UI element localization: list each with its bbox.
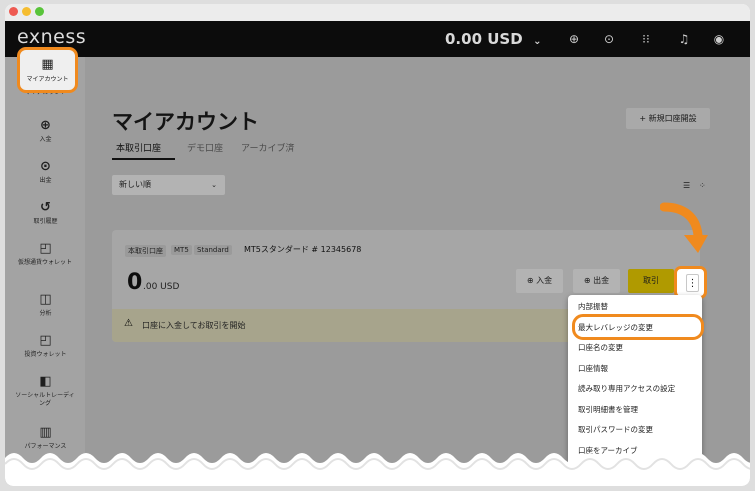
balance-currency: .00 USD — [143, 282, 180, 292]
menu-item-statements[interactable]: 取引明細書を管理 — [578, 403, 698, 417]
withdraw-icon: ⊙ — [40, 159, 51, 174]
sort-value: 新しい順 — [119, 180, 151, 189]
sidebar-active-highlight: ▦ マイアカウント — [17, 47, 78, 93]
sidebar-item-invest-wallet[interactable]: ◰ 投資ウォレット — [7, 333, 84, 359]
sidebar-item-label: ソーシャルトレーディング — [15, 392, 75, 407]
tab-demo-accounts[interactable]: デモ口座 — [187, 141, 223, 154]
wallet-icon: ◰ — [39, 241, 52, 256]
minimize-window-icon[interactable] — [22, 7, 31, 16]
balance-display[interactable]: 0.00 USD ⌄ — [445, 30, 542, 48]
globe-icon[interactable]: ⊕ — [566, 31, 582, 47]
account-type-tag: 本取引口座 — [125, 245, 166, 257]
sidebar-item-withdraw[interactable]: ⊙ 出金 — [7, 159, 84, 185]
sidebar-item-history[interactable]: ↺ 取引履歴 — [7, 200, 84, 226]
performance-icon: ▥ — [39, 425, 52, 440]
help-icon[interactable]: ⊙ — [601, 31, 617, 47]
menu-item-rename[interactable]: 口座名の変更 — [578, 341, 698, 355]
sidebar-item-label: 分析 — [39, 310, 52, 317]
app: exness 0.00 USD ⌄ ⊕ ⊙ ⁝⁝ ♫ ◉ ▦ マイアカウント ⊕… — [5, 21, 750, 486]
sidebar-item-label: 出金 — [39, 177, 52, 184]
sort-dropdown[interactable]: 新しい順 ⌄ — [112, 175, 225, 195]
menu-item-read-only-access[interactable]: 読み取り専用アクセスの設定 — [578, 382, 698, 396]
page-title: マイアカウント — [112, 110, 259, 134]
sidebar-active-label: マイアカウント — [26, 76, 69, 83]
plan-tag: Standard — [194, 245, 232, 255]
exness-logo[interactable]: exness — [17, 26, 86, 48]
menu-item-change-password[interactable]: 取引パスワードの変更 — [578, 423, 698, 437]
chevron-down-icon: ⌄ — [211, 181, 217, 189]
banner-text: 口座に入金してお取引を開始 — [142, 321, 246, 330]
pointer-arrow-icon — [660, 202, 708, 253]
trade-button[interactable]: 取引 — [628, 269, 674, 293]
sidebar-item-label: 取引履歴 — [33, 218, 58, 225]
dashboard-active-icon: ▦ — [41, 57, 54, 72]
sidebar-item-deposit[interactable]: ⊕ 入金 — [7, 118, 84, 144]
balance-integer: 0 — [127, 270, 143, 295]
window-titlebar — [5, 4, 750, 21]
sidebar-item-label: 入金 — [39, 136, 52, 143]
menu-item-internal-transfer[interactable]: 内部振替 — [578, 300, 698, 314]
sidebar-item-label: 仮想通貨ウォレット — [17, 259, 72, 266]
tab-archived[interactable]: アーカイブ済 — [241, 141, 294, 154]
bell-icon[interactable]: ♫ — [676, 31, 692, 47]
new-account-button[interactable]: + 新規口座開設 — [626, 108, 710, 129]
sidebar: ▦ マイアカウント ⊕ 入金 ⊙ 出金 ↺ 取引履歴 ◰ 仮想通貨ウォレット ◫… — [5, 57, 85, 486]
top-bar: exness 0.00 USD ⌄ ⊕ ⊙ ⁝⁝ ♫ ◉ — [5, 21, 750, 57]
sidebar-item-label: 投資ウォレット — [24, 351, 67, 358]
maximize-window-icon[interactable] — [35, 7, 44, 16]
platform-tag: MT5 — [171, 245, 192, 255]
list-view-icon[interactable]: ☰ — [683, 181, 690, 190]
deposit-button[interactable]: ⊕ 入金 — [516, 269, 563, 293]
warning-icon: ⚠ — [124, 318, 133, 329]
tab-real-accounts[interactable]: 本取引口座 — [116, 141, 161, 154]
grid-view-icon[interactable]: ⁘ — [699, 181, 706, 190]
close-window-icon[interactable] — [9, 7, 18, 16]
user-icon[interactable]: ◉ — [711, 31, 727, 47]
more-options-button[interactable]: ⋮ — [686, 274, 699, 292]
history-icon: ↺ — [40, 200, 51, 215]
menu-item-account-info[interactable]: 口座情報 — [578, 362, 698, 376]
analytics-icon: ◫ — [39, 292, 52, 307]
apps-grid-icon[interactable]: ⁝⁝ — [638, 31, 654, 47]
sidebar-item-crypto-wallet[interactable]: ◰ 仮想通貨ウォレット — [7, 241, 84, 267]
social-trading-icon: ◧ — [39, 374, 52, 389]
account-name: MT5スタンダード # 12345678 — [244, 245, 362, 254]
active-tab-indicator — [112, 158, 175, 160]
withdraw-button[interactable]: ⊕ 出金 — [573, 269, 620, 293]
sidebar-item-social-trading[interactable]: ◧ ソーシャルトレーディング — [7, 374, 84, 408]
torn-edge-decoration — [5, 453, 750, 486]
leverage-highlight — [572, 314, 704, 340]
invest-wallet-icon: ◰ — [39, 333, 52, 348]
deposit-icon: ⊕ — [40, 118, 51, 133]
sidebar-item-analytics[interactable]: ◫ 分析 — [7, 292, 84, 318]
browser-window: exness 0.00 USD ⌄ ⊕ ⊙ ⁝⁝ ♫ ◉ ▦ マイアカウント ⊕… — [5, 4, 750, 486]
